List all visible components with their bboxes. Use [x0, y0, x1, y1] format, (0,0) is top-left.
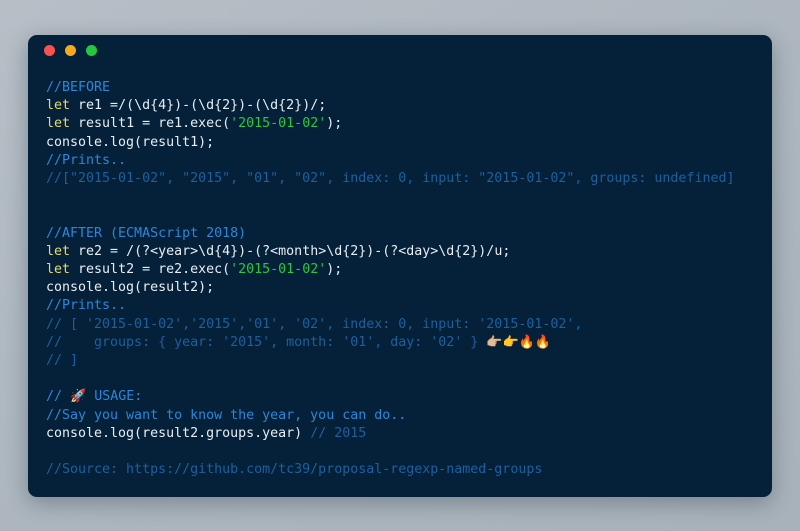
- close-button[interactable]: [44, 44, 55, 56]
- maximize-button[interactable]: [86, 44, 97, 56]
- code-token-cmt: //Prints..: [46, 152, 127, 168]
- code-token-cmt: //AFTER (ECMAScript 2018): [46, 225, 247, 241]
- code-token-plain: result1 = re1.exec(: [70, 116, 231, 132]
- code-token-kw: let: [46, 243, 71, 259]
- minimize-button[interactable]: [65, 44, 76, 56]
- code-token-out: // 2015: [310, 425, 367, 441]
- code-line: // [ '2015-01-02','2015','01', '02', ind…: [46, 316, 754, 334]
- code-line: //BEFORE: [46, 79, 754, 97]
- code-token-kw: let: [46, 262, 71, 277]
- code-token-out: // ]: [46, 353, 79, 369]
- code-snippet-window: //BEFORE let re1 =/(\d{4})-(\d{2})-(\d{2}…: [28, 35, 772, 497]
- code-token-cmt: //Prints..: [46, 298, 127, 314]
- code-token-str: '2015-01-02': [230, 262, 327, 277]
- code-token-out: //Source: https://github.com/tc39/propos…: [46, 462, 543, 478]
- code-block[interactable]: //BEFORE let re1 =/(\d{4})-(\d{2})-(\d{2}…: [28, 65, 772, 479]
- code-line: // 🚀 USAGE:: [46, 388, 754, 406]
- window-titlebar: [28, 35, 772, 65]
- code-token-emoji: 🚀: [70, 389, 87, 405]
- code-token-out: //["2015-01-02", "2015", "01", "02", ind…: [46, 171, 735, 187]
- code-token-emoji: 👉🏼👉🔥🔥: [486, 334, 552, 350]
- code-token-str: '2015-01-02': [230, 116, 327, 132]
- code-token-plain: re1 =/(\d{4})-(\d{2})-(\d{2})/;: [70, 98, 327, 114]
- code-token-plain: console.log(result2);: [46, 280, 215, 296]
- code-line: //Prints..: [46, 152, 754, 170]
- code-line: console.log(result2.groups.year) // 2015: [46, 425, 754, 443]
- code-line: let result1 = re1.exec('2015-01-02');: [46, 115, 754, 133]
- code-token-plain: );: [326, 262, 343, 277]
- code-line: let re2 = /(?<year>\d{4})-(?<month>\d{2}…: [46, 243, 754, 261]
- code-token-out: // groups: { year: '2015', month: '01', …: [46, 334, 487, 350]
- code-token-out: // [ '2015-01-02','2015','01', '02', ind…: [46, 316, 583, 332]
- code-line: console.log(result1);: [46, 134, 754, 152]
- code-token-kw: let: [46, 98, 71, 114]
- code-token-plain: re2 = /(?<year>\d{4})-(?<month>\d{2})-(?…: [70, 243, 511, 259]
- code-token-plain: console.log(result1);: [46, 134, 215, 150]
- code-line: let result2 = re2.exec('2015-01-02');: [46, 261, 754, 279]
- code-line: // ]: [46, 352, 754, 370]
- code-token-cmt: //BEFORE: [46, 80, 111, 95]
- code-token-cmt: USAGE:: [86, 389, 143, 405]
- code-line: //Source: https://github.com/tc39/propos…: [46, 461, 754, 479]
- code-line: let re1 =/(\d{4})-(\d{2})-(\d{2})/;: [46, 97, 754, 115]
- code-line: //Prints..: [46, 297, 754, 315]
- code-line: // groups: { year: '2015', month: '01', …: [46, 334, 754, 352]
- code-token-plain: result2 = re2.exec(: [70, 262, 231, 277]
- code-line: //["2015-01-02", "2015", "01", "02", ind…: [46, 170, 754, 188]
- code-token-plain: );: [326, 116, 343, 132]
- code-line: //AFTER (ECMAScript 2018): [46, 225, 754, 243]
- code-token-cmt: //Say you want to know the year, you can…: [46, 407, 407, 423]
- code-token-cmt: //: [46, 389, 71, 405]
- code-line: console.log(result2);: [46, 279, 754, 297]
- code-token-plain: console.log(result2.groups.year): [46, 425, 311, 441]
- code-line: //Say you want to know the year, you can…: [46, 407, 754, 425]
- code-token-kw: let: [46, 116, 71, 132]
